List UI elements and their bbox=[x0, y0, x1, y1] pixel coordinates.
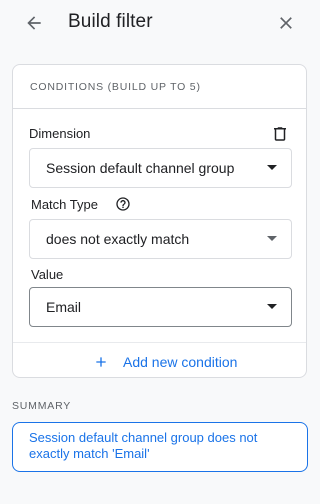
panel-header: Build filter bbox=[0, 0, 317, 46]
plus-icon bbox=[93, 354, 109, 370]
summary-text: Session default channel group does not e… bbox=[29, 430, 258, 461]
dimension-label: Dimension bbox=[29, 126, 91, 141]
add-condition-button[interactable]: Add new condition bbox=[93, 350, 237, 374]
divider bbox=[13, 342, 306, 343]
add-condition-label: Add new condition bbox=[123, 354, 238, 370]
dimension-value: Session default channel group bbox=[46, 160, 235, 176]
conditions-card: CONDITIONS (BUILD UP TO 5) Dimension Ses… bbox=[12, 64, 307, 378]
dimension-select[interactable]: Session default channel group bbox=[29, 148, 292, 188]
chevron-down-icon bbox=[267, 165, 277, 170]
match-type-label: Match Type bbox=[31, 197, 98, 212]
arrow-back-icon bbox=[27, 16, 41, 30]
chevron-down-icon bbox=[267, 236, 277, 241]
close-icon bbox=[280, 17, 292, 29]
panel-title: Build filter bbox=[68, 11, 153, 32]
conditions-heading: CONDITIONS (BUILD UP TO 5) bbox=[30, 81, 201, 93]
summary-heading: SUMMARY bbox=[12, 400, 72, 412]
back-button[interactable] bbox=[20, 9, 48, 37]
value-value: Email bbox=[46, 299, 82, 315]
value-label: Value bbox=[31, 267, 64, 282]
chevron-down-icon bbox=[267, 304, 277, 309]
match-type-value: does not exactly match bbox=[46, 231, 190, 247]
summary-box: Session default channel group does not e… bbox=[12, 422, 308, 472]
delete-condition-button[interactable] bbox=[271, 125, 289, 145]
trash-icon bbox=[274, 127, 286, 141]
conditions-card-header: CONDITIONS (BUILD UP TO 5) bbox=[13, 65, 306, 109]
help-circle-icon[interactable] bbox=[115, 196, 131, 212]
close-button[interactable] bbox=[272, 9, 300, 37]
value-select[interactable]: Email bbox=[29, 287, 292, 327]
match-type-select[interactable]: does not exactly match bbox=[29, 219, 292, 259]
